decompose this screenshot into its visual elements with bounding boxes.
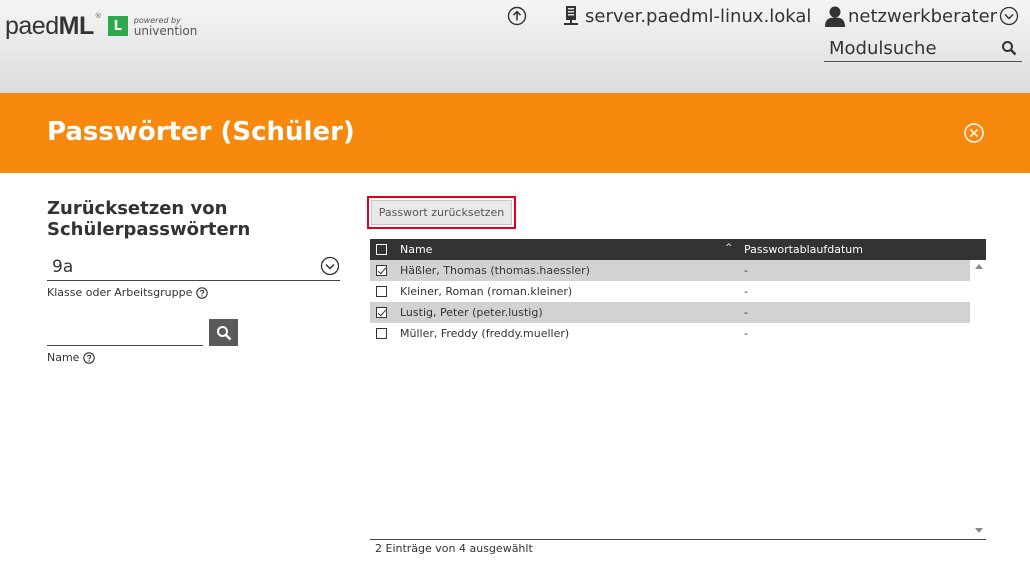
row-name: Kleiner, Roman (roman.kleiner) bbox=[400, 285, 573, 298]
class-label: Klasse oder Arbeitsgruppe bbox=[47, 286, 209, 299]
grid-header: Name ^ Passwortablaufdatum bbox=[370, 239, 986, 260]
row-checkbox[interactable] bbox=[376, 328, 387, 339]
row-name: Müller, Freddy (freddy.mueller) bbox=[400, 327, 570, 340]
user-icon bbox=[825, 6, 845, 27]
server-icon bbox=[564, 6, 578, 25]
select-all-checkbox[interactable] bbox=[376, 244, 387, 255]
row-expiry: - bbox=[744, 327, 748, 340]
selection-status: 2 Einträge von 4 ausgewählt bbox=[375, 542, 533, 555]
chevron-down-icon[interactable] bbox=[320, 256, 340, 276]
column-header-name[interactable]: Name bbox=[400, 243, 432, 256]
row-checkbox[interactable] bbox=[376, 286, 387, 297]
class-select[interactable]: 9a bbox=[47, 255, 340, 281]
top-bar: paedML ® L powered by univention server.… bbox=[0, 0, 1030, 93]
logo-registered-mark: ® bbox=[94, 12, 102, 20]
help-icon[interactable] bbox=[83, 351, 96, 364]
logo-text: paedML bbox=[5, 12, 94, 40]
row-expiry: - bbox=[744, 306, 748, 319]
row-expiry: - bbox=[744, 285, 748, 298]
scroll-up-arrow-icon[interactable] bbox=[975, 264, 983, 269]
module-title-bar: Passwörter (Schüler) bbox=[0, 93, 1030, 173]
row-checkbox[interactable] bbox=[376, 307, 387, 318]
sort-ascending-icon: ^ bbox=[725, 243, 733, 253]
row-name: Häßler, Thomas (thomas.haessler) bbox=[400, 264, 590, 277]
powered-by-company: univention bbox=[133, 24, 198, 38]
row-name: Lustig, Peter (peter.lustig) bbox=[400, 306, 543, 319]
arrow-up-circle-icon[interactable] bbox=[507, 6, 527, 26]
module-search-input[interactable] bbox=[824, 36, 994, 60]
chevron-down-icon[interactable] bbox=[999, 6, 1019, 26]
row-expiry: - bbox=[744, 264, 748, 277]
name-label: Name bbox=[47, 351, 96, 364]
host-indicator: server.paedml-linux.lokal bbox=[563, 4, 811, 28]
page-title: Passwörter (Schüler) bbox=[47, 117, 355, 147]
column-header-expiry[interactable]: Passwortablaufdatum bbox=[744, 243, 863, 256]
search-icon[interactable] bbox=[1001, 40, 1017, 56]
logo-badge: L bbox=[107, 16, 128, 36]
paedml-logo: paedML ® L powered by univention bbox=[5, 12, 197, 41]
table-row[interactable]: Müller, Freddy (freddy.mueller) - bbox=[370, 323, 970, 344]
table-row[interactable]: Kleiner, Roman (roman.kleiner) - bbox=[370, 281, 970, 302]
search-button[interactable] bbox=[209, 319, 238, 346]
grid-scrollbar[interactable] bbox=[972, 260, 986, 539]
class-label-text: Klasse oder Arbeitsgruppe bbox=[47, 286, 193, 299]
search-heading: Zurücksetzen von Schülerpasswörtern bbox=[47, 198, 251, 240]
table-row[interactable]: Lustig, Peter (peter.lustig) - bbox=[370, 302, 970, 323]
host-name: server.paedml-linux.lokal bbox=[585, 5, 812, 27]
user-menu[interactable]: netzwerkberater bbox=[824, 4, 1019, 28]
name-label-text: Name bbox=[47, 351, 80, 364]
row-checkbox[interactable] bbox=[376, 265, 387, 276]
search-icon bbox=[216, 325, 231, 340]
user-name: netzwerkberater bbox=[848, 5, 998, 27]
close-icon[interactable] bbox=[963, 122, 985, 144]
table-row[interactable]: Häßler, Thomas (thomas.haessler) - bbox=[370, 260, 970, 281]
help-icon[interactable] bbox=[196, 286, 209, 299]
scroll-down-arrow-icon[interactable] bbox=[975, 528, 983, 533]
class-select-value: 9a bbox=[52, 257, 74, 277]
reset-password-button[interactable]: Passwort zurücksetzen bbox=[371, 200, 512, 225]
student-grid: Name ^ Passwortablaufdatum Häßler, Thoma… bbox=[370, 239, 986, 540]
name-input[interactable] bbox=[47, 320, 203, 346]
module-search bbox=[824, 36, 1022, 62]
powered-by: powered by univention bbox=[134, 15, 198, 37]
